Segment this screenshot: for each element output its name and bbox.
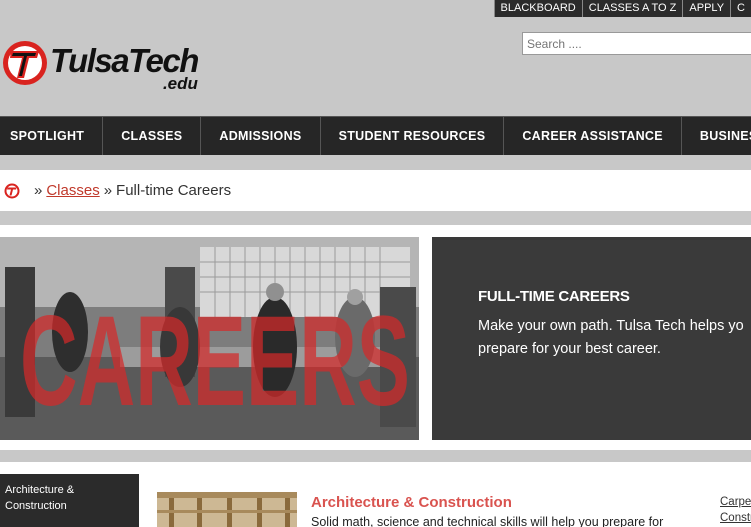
- nav-admissions[interactable]: ADMISSIONS: [201, 117, 321, 155]
- hero-title: FULL-TIME CAREERS: [478, 288, 630, 305]
- category-program-links: Carpe Constr: [720, 494, 751, 526]
- program-link[interactable]: Carpe: [720, 494, 751, 510]
- search-input[interactable]: [522, 32, 751, 55]
- category-description: Solid math, science and technical skills…: [311, 515, 664, 527]
- tulsatech-logo-icon: [3, 41, 47, 85]
- util-link-apply[interactable]: APPLY: [682, 0, 731, 17]
- category-thumbnail[interactable]: [157, 492, 297, 527]
- logo-name: TulsaTech: [50, 42, 199, 79]
- breadcrumb-link-classes[interactable]: Classes: [46, 182, 99, 199]
- nav-career-assistance[interactable]: CAREER ASSISTANCE: [504, 117, 682, 155]
- category-section: Architecture & Construction Architecture…: [0, 462, 751, 527]
- logo[interactable]: TulsaTech .edu: [2, 40, 199, 92]
- nav-classes[interactable]: CLASSES: [103, 117, 202, 155]
- main-nav: SPOTLIGHT CLASSES ADMISSIONS STUDENT RES…: [0, 116, 751, 155]
- nav-student-resources[interactable]: STUDENT RESOURCES: [321, 117, 505, 155]
- util-link-more[interactable]: C: [730, 0, 751, 17]
- breadcrumb: » Classes » Full-time Careers: [0, 170, 751, 211]
- breadcrumb-current: Full-time Careers: [116, 182, 232, 199]
- sidebar-category-label: Construction: [5, 500, 67, 512]
- workshop-photo: CAREERS: [0, 237, 419, 440]
- utility-bar: BLACKBOARD CLASSES A TO Z APPLY C: [493, 0, 751, 17]
- util-link-blackboard[interactable]: BLACKBOARD: [493, 0, 582, 17]
- sidebar-category-architecture[interactable]: Architecture & Construction: [0, 474, 139, 527]
- hero-overlay-word: CAREERS: [20, 290, 410, 433]
- hero-text: Make your own path. Tulsa Tech helps yo …: [478, 315, 751, 361]
- home-icon[interactable]: [4, 183, 20, 199]
- category-title-link[interactable]: Architecture & Construction: [311, 494, 512, 511]
- sidebar-category-label: Architecture &: [5, 484, 75, 496]
- hero-panel: FULL-TIME CAREERS Make your own path. Tu…: [432, 237, 751, 440]
- hero-photo: CAREERS: [0, 237, 419, 440]
- hero-section: CAREERS FULL-TIME CAREERS Make your own …: [0, 225, 751, 450]
- hero-text-line: Make your own path. Tulsa Tech helps yo: [478, 318, 744, 334]
- nav-business-industry[interactable]: BUSINESS & INDUSTRY: [682, 117, 751, 155]
- nav-spotlight[interactable]: SPOTLIGHT: [0, 117, 104, 155]
- hero-text-line: prepare for your best career.: [478, 341, 661, 357]
- breadcrumb-separator: »: [103, 182, 113, 199]
- util-link-classes-a-to-z[interactable]: CLASSES A TO Z: [581, 0, 683, 17]
- program-link[interactable]: Constr: [720, 510, 751, 526]
- breadcrumb-separator: »: [34, 182, 43, 199]
